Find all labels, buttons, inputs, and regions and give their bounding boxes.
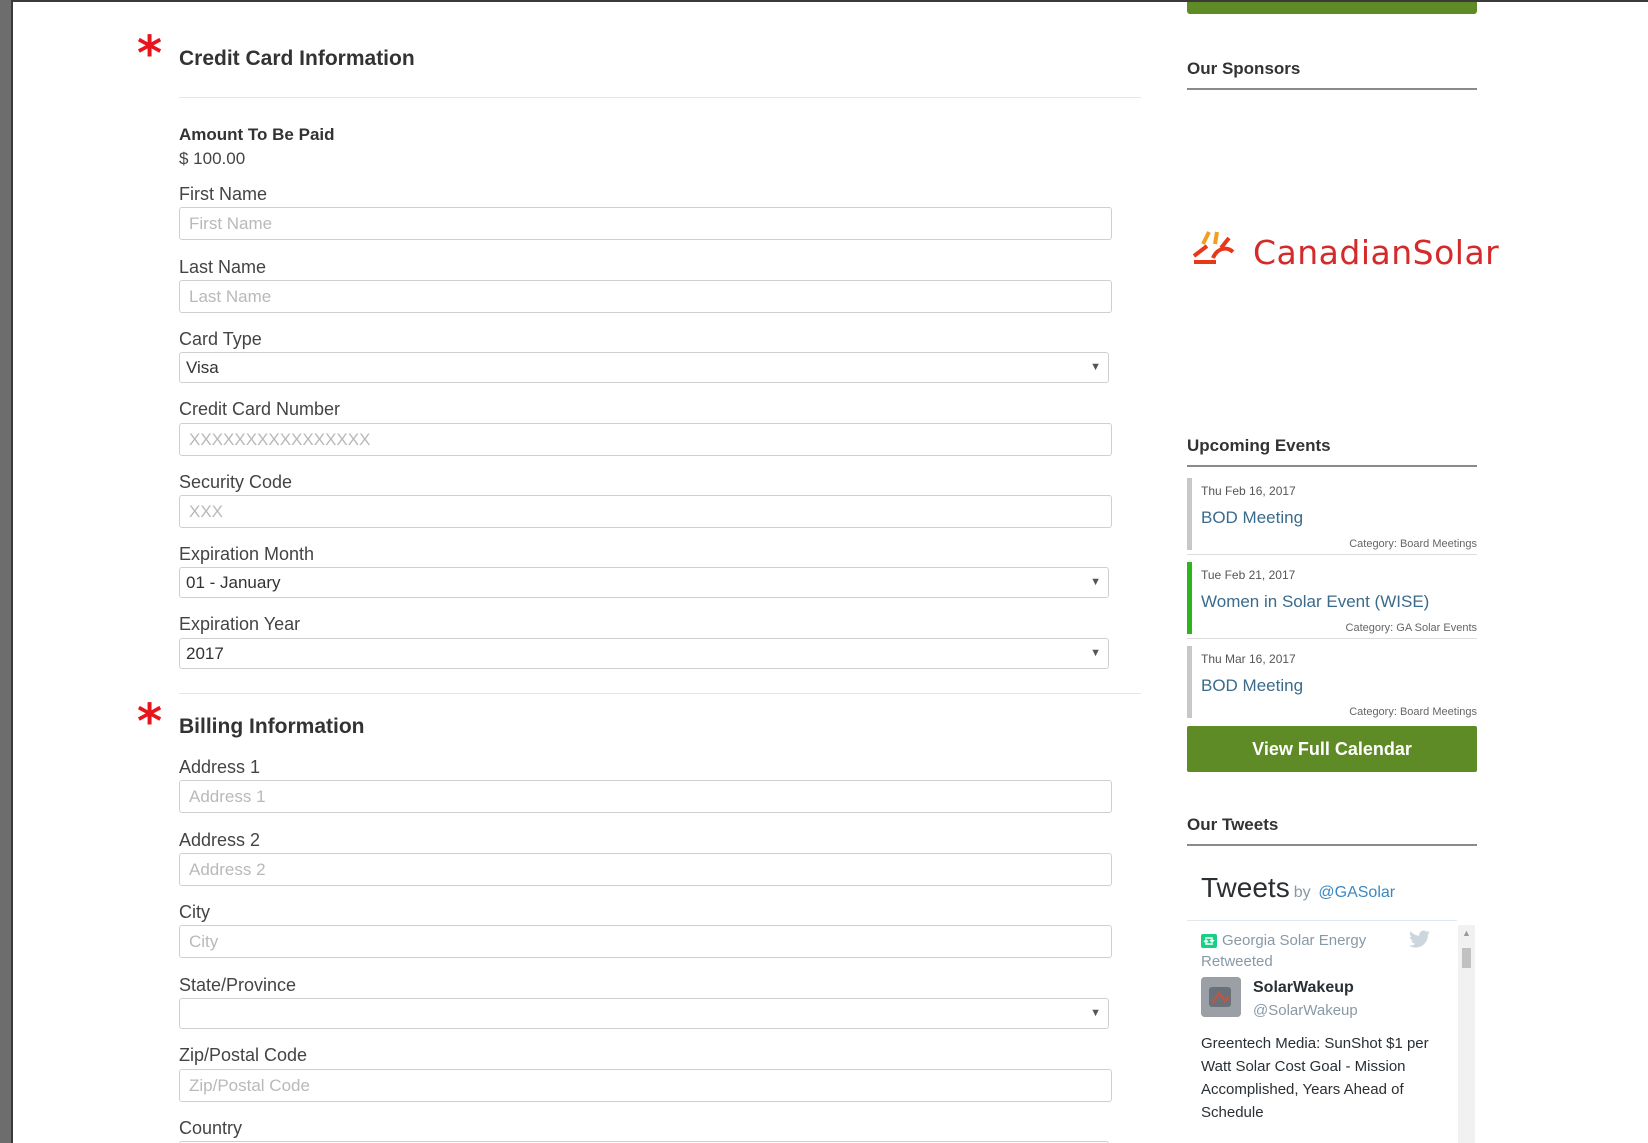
event-date: Tue Feb 21, 2017 xyxy=(1201,568,1296,582)
event-accent-bar xyxy=(1187,478,1192,550)
twitter-timeline-widget[interactable]: Tweets by @GASolar Georgia Solar Energy R… xyxy=(1187,862,1477,1143)
page: * Credit Card Information Amount To Be P… xyxy=(11,0,1648,1143)
security-code-input[interactable] xyxy=(179,495,1112,528)
event-title-link[interactable]: Women in Solar Event (WISE) xyxy=(1201,592,1429,612)
retweeted-label: Retweeted xyxy=(1201,953,1273,970)
amount-value: $ 100.00 xyxy=(179,149,246,168)
exp-month-value: 01 - January xyxy=(186,573,281,592)
tweet-author-handle[interactable]: @SolarWakeup xyxy=(1253,1002,1358,1019)
required-marker: * xyxy=(137,694,163,750)
exp-month-select[interactable]: 01 - January ▼ xyxy=(179,567,1109,598)
sidebar-rule xyxy=(1187,465,1477,467)
tweets-widget-by: by xyxy=(1293,884,1311,901)
chevron-down-icon: ▼ xyxy=(1090,576,1101,588)
scrollbar-thumb[interactable] xyxy=(1462,948,1471,968)
event-category: Category: Board Meetings xyxy=(1349,538,1477,550)
sponsor-logo-text: CanadianSolar xyxy=(1253,233,1500,272)
event-date: Thu Mar 16, 2017 xyxy=(1201,652,1296,666)
event-category: Category: Board Meetings xyxy=(1349,706,1477,718)
tweets-scrollbar[interactable]: ▲ xyxy=(1458,925,1475,1143)
tweets-widget-title: Tweets xyxy=(1201,872,1290,903)
scroll-up-icon[interactable]: ▲ xyxy=(1462,928,1471,938)
state-label: State/Province xyxy=(179,975,297,995)
event-accent-bar xyxy=(1187,562,1192,634)
card-number-label: Credit Card Number xyxy=(179,399,341,419)
card-type-label: Card Type xyxy=(179,329,262,349)
address1-input[interactable] xyxy=(179,780,1112,813)
view-full-calendar-button[interactable]: View Full Calendar xyxy=(1187,726,1477,772)
zip-label: Zip/Postal Code xyxy=(179,1045,308,1065)
state-select[interactable]: ▼ xyxy=(179,998,1109,1029)
event-item[interactable]: Thu Feb 16, 2017 BOD Meeting Category: B… xyxy=(1187,474,1477,555)
tweets-widget-handle-link[interactable]: @GASolar xyxy=(1318,884,1395,901)
sidebar-top-button[interactable] xyxy=(1187,2,1477,14)
tweet-author-name[interactable]: SolarWakeup xyxy=(1253,979,1354,997)
section-divider xyxy=(179,693,1141,694)
first-name-label: First Name xyxy=(179,184,268,204)
tweet-text: Greentech Media: SunShot $1 per Watt Sol… xyxy=(1201,1035,1429,1121)
security-code-label: Security Code xyxy=(179,472,293,492)
avatar[interactable] xyxy=(1201,977,1241,1017)
twitter-bird-icon[interactable] xyxy=(1409,930,1431,953)
tweets-divider xyxy=(1187,920,1457,921)
address2-label: Address 2 xyxy=(179,830,261,850)
retweeted-by[interactable]: Georgia Solar Energy xyxy=(1222,932,1366,949)
event-item[interactable]: Thu Mar 16, 2017 BOD Meeting Category: B… xyxy=(1187,642,1477,723)
tweets-heading: Our Tweets xyxy=(1187,815,1279,834)
amount-label: Amount To Be Paid xyxy=(179,125,335,144)
chevron-down-icon: ▼ xyxy=(1090,1007,1101,1019)
sponsors-heading: Our Sponsors xyxy=(1187,59,1301,78)
required-marker: * xyxy=(137,26,163,82)
section-divider xyxy=(179,97,1141,98)
billing-section-title: Billing Information xyxy=(179,715,365,738)
zip-input[interactable] xyxy=(179,1069,1112,1102)
country-label: Country xyxy=(179,1118,243,1138)
event-title-link[interactable]: BOD Meeting xyxy=(1201,676,1303,696)
exp-month-label: Expiration Month xyxy=(179,544,315,564)
city-label: City xyxy=(179,902,210,922)
card-type-value: Visa xyxy=(186,358,219,377)
chevron-down-icon: ▼ xyxy=(1090,361,1101,373)
event-category: Category: GA Solar Events xyxy=(1345,622,1477,634)
sidebar-rule xyxy=(1187,844,1477,846)
card-type-select[interactable]: Visa ▼ xyxy=(179,352,1109,383)
exp-year-select[interactable]: 2017 ▼ xyxy=(179,638,1109,669)
last-name-input[interactable] xyxy=(179,280,1112,313)
card-number-input[interactable] xyxy=(179,423,1112,456)
city-input[interactable] xyxy=(179,925,1112,958)
address2-input[interactable] xyxy=(179,853,1112,886)
exp-year-label: Expiration Year xyxy=(179,614,301,634)
last-name-label: Last Name xyxy=(179,257,267,277)
retweet-icon xyxy=(1201,934,1217,948)
exp-year-value: 2017 xyxy=(186,644,224,663)
credit-card-section-title: Credit Card Information xyxy=(179,47,415,70)
tweets-widget-header: Tweets by @GASolar xyxy=(1201,872,1395,904)
chevron-down-icon: ▼ xyxy=(1090,647,1101,659)
first-name-input[interactable] xyxy=(179,207,1112,240)
sidebar-rule xyxy=(1187,88,1477,90)
event-accent-bar xyxy=(1187,646,1192,718)
event-item[interactable]: Tue Feb 21, 2017 Women in Solar Event (W… xyxy=(1187,558,1477,639)
canadian-solar-logo-icon xyxy=(1192,231,1235,264)
event-date: Thu Feb 16, 2017 xyxy=(1201,484,1296,498)
sponsor-logo[interactable]: CanadianSolar xyxy=(1191,228,1499,276)
event-title-link[interactable]: BOD Meeting xyxy=(1201,508,1303,528)
events-heading: Upcoming Events xyxy=(1187,436,1331,455)
address1-label: Address 1 xyxy=(179,757,261,777)
